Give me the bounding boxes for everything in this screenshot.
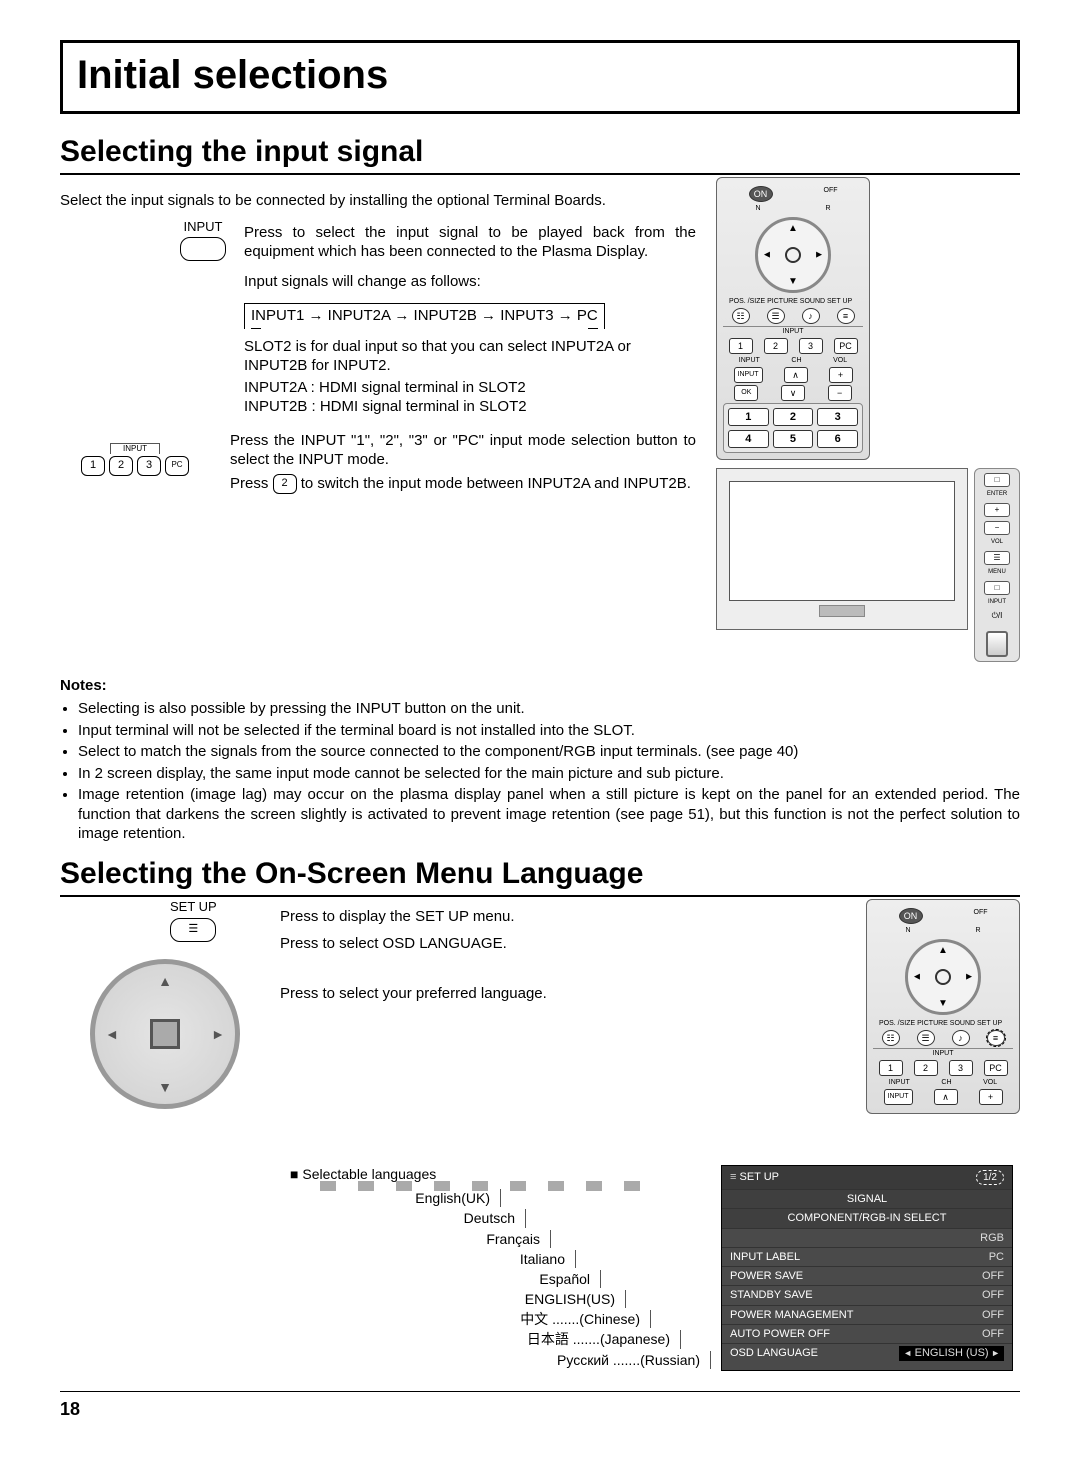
osd-title: SET UP (730, 1170, 779, 1185)
lang-7: 中文 .......(Chinese) (330, 1310, 651, 1328)
note-1: Selecting is also possible by pressing t… (78, 699, 1020, 719)
notes-list: Selecting is also possible by pressing t… (60, 699, 1020, 844)
selectable-langs: Selectable languages English(UK) Deutsch… (290, 1165, 711, 1371)
r-menu-1: ☷ (732, 308, 750, 324)
side-input: □ (984, 581, 1010, 595)
side-menu: ☰ (984, 551, 1010, 565)
input-btns-block: INPUT 1 2 3 PC Press the INPUT "1", "2",… (60, 427, 696, 498)
osd-page: 1/2 (976, 1170, 1004, 1185)
remote-labels: POS. /SIZE PICTURE SOUND SET UP (723, 297, 863, 306)
remote-numpad: 1 2 3 4 5 6 (723, 403, 863, 453)
side-power (986, 631, 1008, 657)
key-1: 1 (81, 456, 105, 476)
lang-4: Italiano (330, 1250, 576, 1268)
input-label: INPUT (180, 219, 226, 236)
tv-figure (716, 468, 968, 630)
note-3: Select to match the signals from the sou… (78, 742, 1020, 762)
section1-body: Select the input signals to be connected… (60, 177, 1020, 662)
r-menu-3: ♪ (802, 308, 820, 324)
page-number: 18 (60, 1398, 1020, 1421)
osd-rgb: RGB (934, 1231, 1004, 1245)
osd-lang-value: ENGLISH (US) (899, 1346, 1004, 1360)
remote-dpad: ▲▼ ◄► (755, 217, 831, 293)
note-2: Input terminal will not be selected if t… (78, 721, 1020, 741)
remote-on: ON (749, 186, 773, 202)
side-enter: □ (984, 473, 1010, 487)
input-keycap (180, 237, 226, 261)
key-2-inline: 2 (273, 474, 297, 494)
section2-heading: Selecting the On-Screen Menu Language (60, 854, 1020, 897)
input-flow: INPUT1 → INPUT2A → INPUT2B → INPUT3 → PC (244, 303, 605, 329)
step2: Press to select OSD LANGUAGE. (280, 934, 856, 954)
osd-comprgb: COMPONENT/RGB-IN SELECT (722, 1208, 1012, 1227)
key-3: 3 (137, 456, 161, 476)
remote-figure-2: ON OFF N R ▲▼ ◄► POS. /SIZE PICTURE SOUN… (866, 899, 1020, 1159)
page-rule (60, 1391, 1020, 1392)
step3: Press to select your preferred language. (280, 984, 856, 1004)
lang-section: SET UP ▲▼ ◄► Press to display the SET UP… (60, 899, 1020, 1159)
right-col: ON OFF N R ▲▼ ◄► POS. /SIZE PICTURE SOUN… (716, 177, 1020, 662)
lang-6: ENGLISH(US) (330, 1290, 626, 1308)
step1: Press to display the SET UP menu. (280, 907, 856, 927)
slot2-text3: INPUT2B : HDMI signal terminal in SLOT2 (244, 397, 696, 417)
btns-text1: Press the INPUT "1", "2", "3" or "PC" in… (230, 431, 696, 470)
lang-dpad-figure: SET UP ▲▼ ◄► (60, 899, 270, 1159)
slot2-text1: SLOT2 is for dual input so that you can … (244, 337, 696, 376)
key-2: 2 (109, 456, 133, 476)
big-dpad: ▲▼ ◄► (90, 959, 240, 1109)
page-title: Initial selections (77, 49, 1003, 101)
lang-2: Deutsch (330, 1209, 526, 1227)
lang-5: Español (330, 1270, 601, 1288)
tv-side-panel: □ ENTER + − VOL ☰ MENU □ INPUT ⏻/I (974, 468, 1020, 662)
input-btn-group-label: INPUT (110, 443, 160, 454)
title-box: Initial selections (60, 40, 1020, 114)
r-menu-4: ≡ (837, 308, 855, 324)
lang-8: 日本語 .......(Japanese) (330, 1330, 681, 1348)
section1-heading: Selecting the input signal (60, 132, 1020, 175)
btns-text2: Press 2 to switch the input mode between… (230, 474, 696, 494)
remote-off: OFF (824, 186, 838, 202)
notes-head: Notes: (60, 676, 1020, 696)
lang-bottom-row: Selectable languages English(UK) Deutsch… (60, 1165, 1020, 1371)
press-text: Press to select the input signal to be p… (244, 223, 696, 262)
slot2-text2: INPUT2A : HDMI signal terminal in SLOT2 (244, 378, 696, 398)
lang-9: Русский .......(Russian) (330, 1351, 711, 1369)
osd-setup-menu: SET UP 1/2 SIGNAL COMPONENT/RGB-IN SELEC… (721, 1165, 1013, 1371)
setup-keycap (170, 918, 216, 942)
note-5: Image retention (image lag) may occur on… (78, 785, 1020, 844)
lang-3: Français (330, 1230, 551, 1248)
osd-signal: SIGNAL (722, 1189, 1012, 1208)
note-4: In 2 screen display, the same input mode… (78, 764, 1020, 784)
r-menu-2: ☰ (767, 308, 785, 324)
setup-btn-highlight: ≡ (987, 1030, 1005, 1046)
remote-figure: ON OFF N R ▲▼ ◄► POS. /SIZE PICTURE SOUN… (716, 177, 870, 460)
key-pc: PC (165, 456, 189, 476)
section1-intro: Select the input signals to be connected… (60, 191, 696, 211)
change-text: Input signals will change as follows: (244, 272, 696, 292)
input-keycap-block: INPUT Press to select the input signal t… (180, 219, 696, 417)
